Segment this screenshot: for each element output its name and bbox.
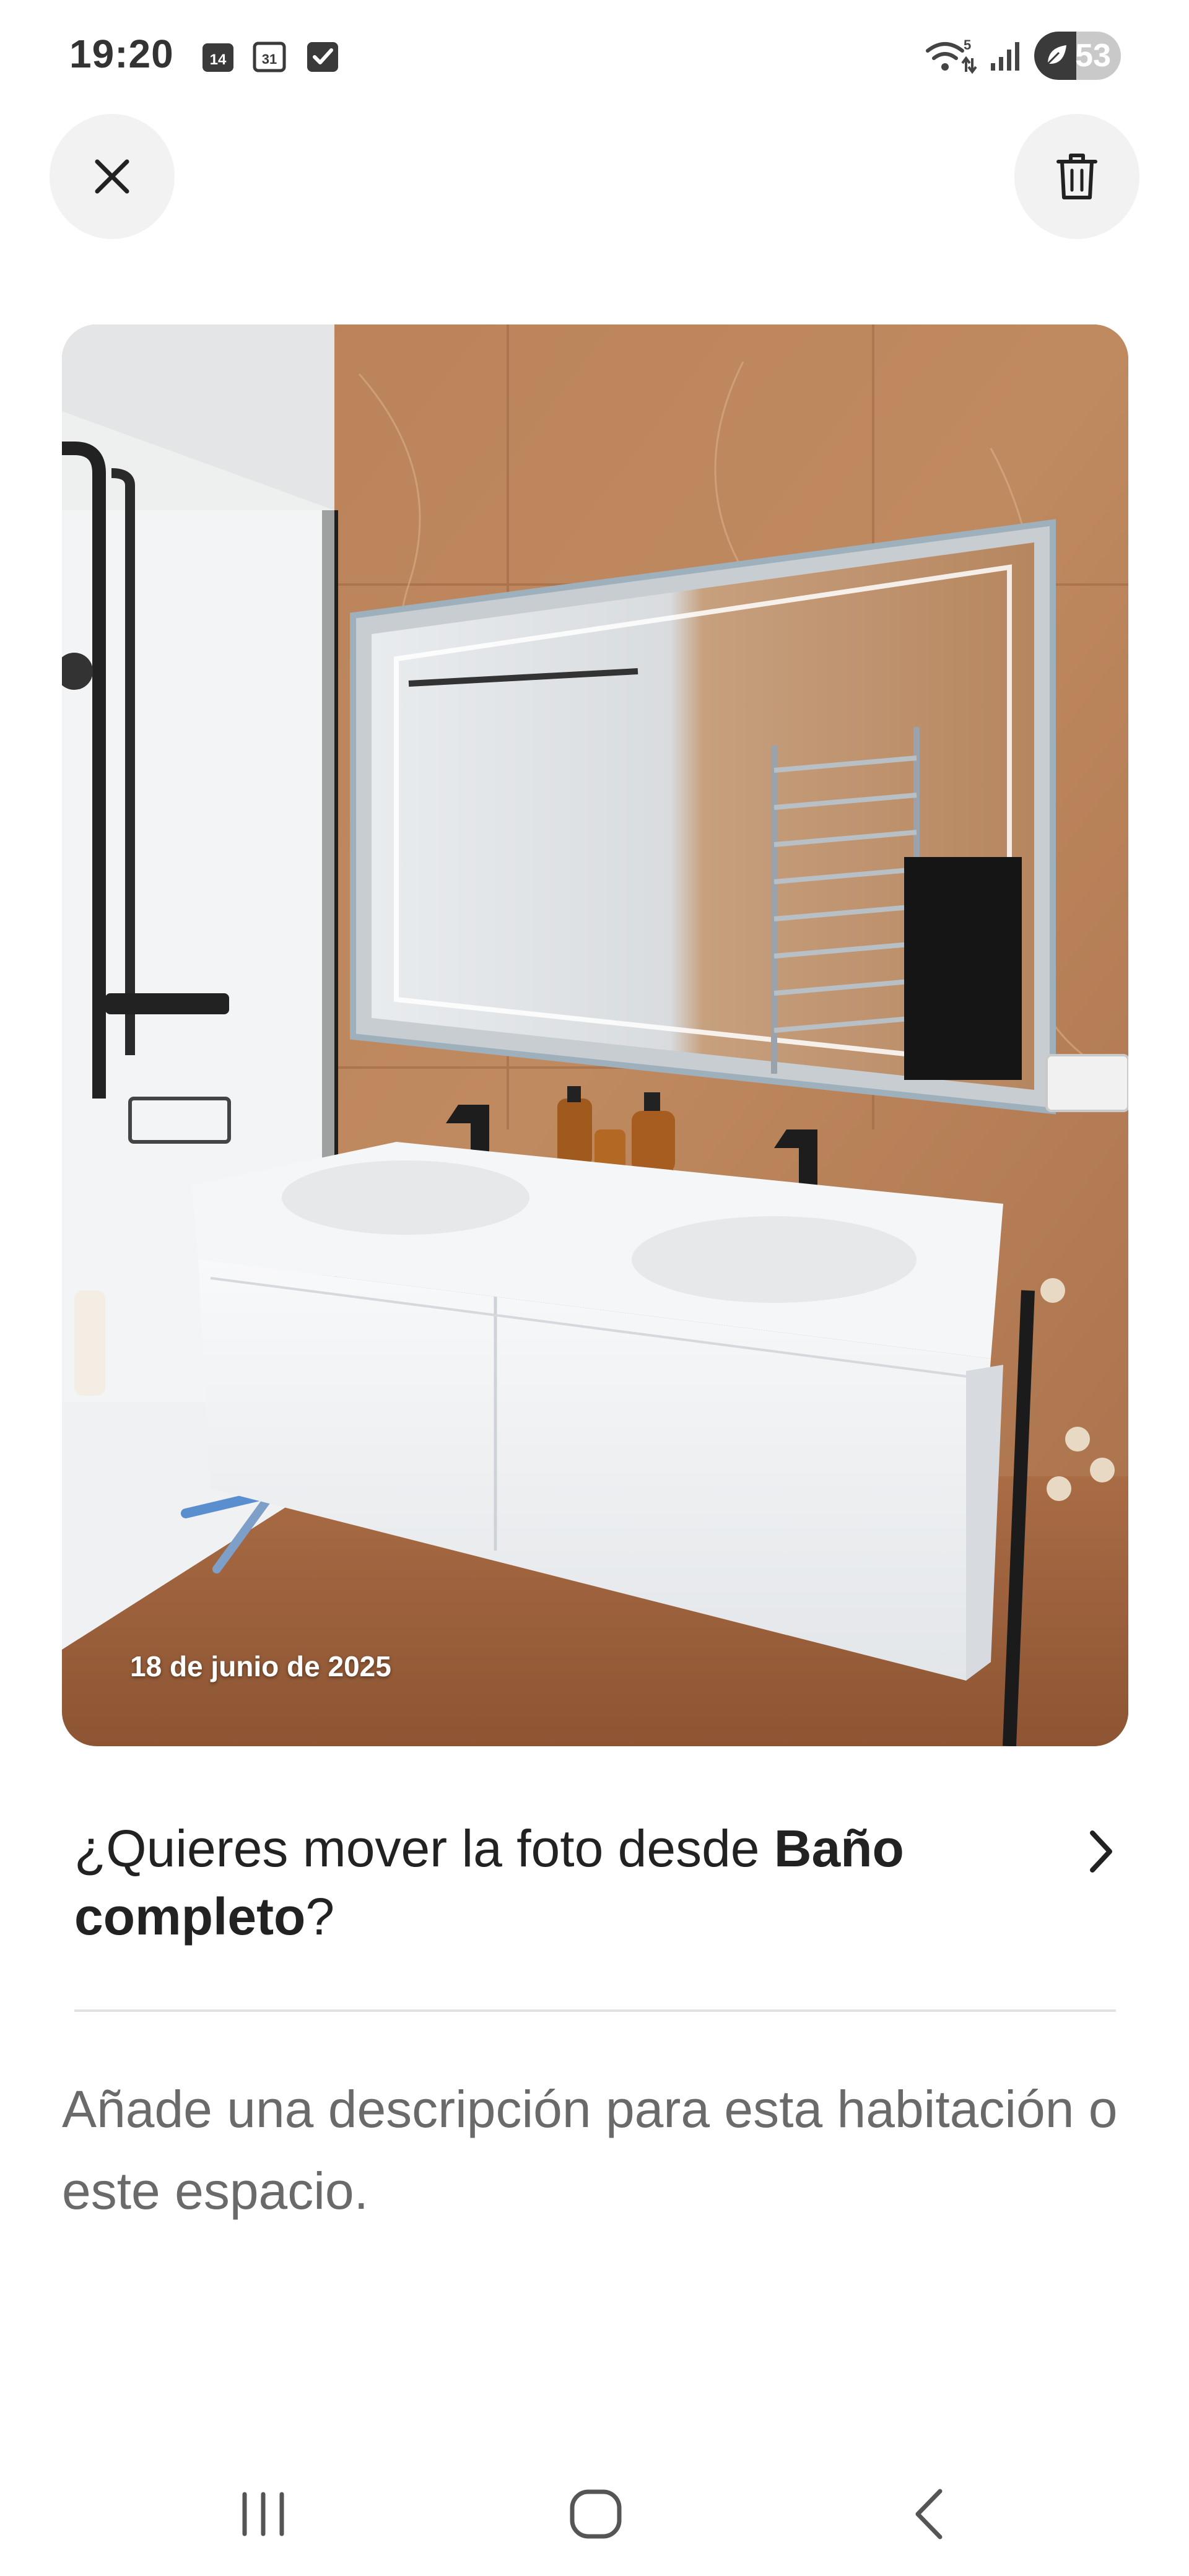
battery-saver-icon: [1047, 45, 1066, 65]
back-button[interactable]: [892, 2477, 966, 2551]
checkbox-icon: [307, 42, 338, 72]
battery-indicator: 53: [1034, 32, 1121, 80]
back-icon: [915, 2489, 943, 2539]
trash-icon: [1056, 154, 1097, 199]
status-bar: 19:20 14 31 5 53: [0, 0, 1189, 111]
move-photo-prompt: ¿Quieres mover la foto desde Baño comple…: [74, 1814, 1003, 1951]
home-icon: [570, 2489, 622, 2539]
svg-text:14: 14: [210, 51, 227, 68]
description-input[interactable]: Añade una descripción para esta habitaci…: [62, 2068, 1139, 2232]
svg-text:5: 5: [964, 37, 971, 53]
chevron-right-icon[interactable]: [1078, 1827, 1127, 1876]
svg-text:31: 31: [262, 51, 277, 67]
move-prompt-suffix: ?: [305, 1887, 335, 1946]
photo-edit-screen: 19:20 14 31 5 53 18 de junio de 2025 ¿Qu…: [0, 0, 1189, 2576]
close-icon: [95, 159, 129, 194]
close-button[interactable]: [50, 114, 175, 239]
system-nav-bar: [0, 2452, 1189, 2576]
recent-apps-button[interactable]: [226, 2477, 300, 2551]
bathroom-vanity-photo: [62, 324, 1128, 1746]
status-time: 19:20: [69, 32, 174, 76]
status-indicators: 5 53: [925, 31, 1121, 80]
delete-photo-button[interactable]: [1014, 114, 1139, 239]
wifi-icon: 5: [926, 37, 977, 74]
divider: [74, 2009, 1116, 2012]
home-button[interactable]: [559, 2477, 633, 2551]
signal-icon: [991, 42, 1019, 71]
calendar-14-icon: 14: [203, 43, 233, 72]
recent-apps-icon: [242, 2492, 284, 2536]
calendar-31-icon: 31: [253, 41, 286, 72]
battery-level: 53: [1075, 38, 1111, 74]
move-prompt-prefix: ¿Quieres mover la foto desde: [74, 1819, 774, 1878]
move-photo-row[interactable]: ¿Quieres mover la foto desde Baño comple…: [74, 1814, 1127, 1951]
room-photo[interactable]: 18 de junio de 2025: [62, 324, 1128, 1746]
photo-date-stamp: 18 de junio de 2025: [130, 1650, 391, 1682]
